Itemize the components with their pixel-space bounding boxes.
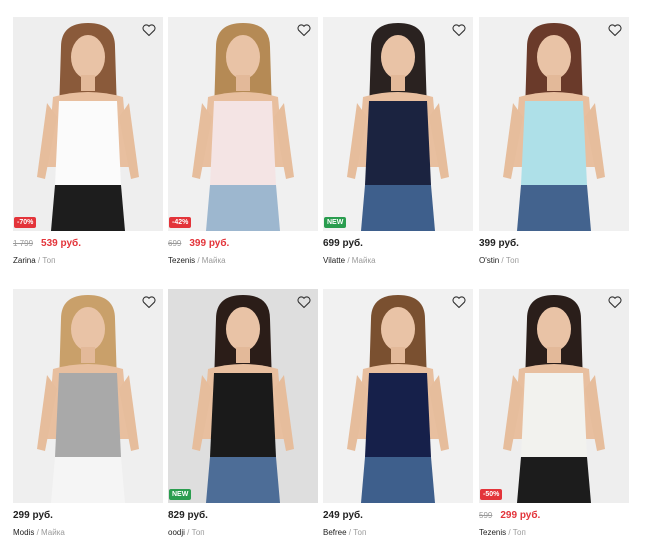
separator: / — [34, 528, 42, 537]
old-price: 599 — [479, 511, 493, 520]
heart-icon[interactable] — [607, 22, 623, 38]
category-name[interactable]: Майка — [202, 256, 226, 265]
product-meta: Modis / Майка — [13, 528, 65, 537]
category-name[interactable]: Топ — [506, 256, 519, 265]
old-price: 1 799 — [13, 239, 34, 248]
price: 299 руб. — [13, 510, 53, 521]
product-meta: Tezenis / Майка — [168, 256, 226, 265]
product-image[interactable]: NEW — [168, 289, 318, 503]
brand-name[interactable]: oodji — [168, 528, 185, 537]
product-image[interactable]: -70% — [13, 17, 163, 231]
product-card[interactable]: 299 руб. Modis / Майка — [13, 289, 163, 539]
price: 299 руб. — [500, 510, 541, 521]
price: 539 руб. — [41, 238, 81, 249]
product-card[interactable]: NEW 829 руб. oodji / Топ — [168, 289, 318, 539]
product-meta: oodji / Топ — [168, 528, 205, 537]
category-name[interactable]: Майка — [352, 256, 376, 265]
price-row: 599 299 руб. — [479, 510, 540, 521]
new-badge: NEW — [324, 217, 347, 228]
price-row: 249 руб. — [323, 510, 363, 521]
discount-badge: -50% — [480, 489, 503, 500]
price-row: 399 руб. — [479, 238, 519, 249]
separator: / — [184, 528, 192, 537]
separator: / — [499, 256, 506, 265]
product-image[interactable] — [479, 17, 629, 231]
heart-icon[interactable] — [607, 294, 623, 310]
heart-icon[interactable] — [451, 294, 467, 310]
category-name[interactable]: Топ — [353, 528, 366, 537]
product-grid: -70% 1 799 539 руб. Zarina / Топ -42% 699 399 … — [13, 17, 631, 537]
brand-name[interactable]: Modis — [13, 528, 34, 537]
discount-badge: -42% — [169, 217, 192, 228]
price: 699 руб. — [323, 238, 363, 249]
product-meta: Tezenis / Топ — [479, 528, 526, 537]
heart-icon[interactable] — [296, 294, 312, 310]
brand-name[interactable]: Tezenis — [479, 528, 506, 537]
price-row: 699 399 руб. — [168, 238, 229, 249]
price: 399 руб. — [479, 238, 519, 249]
price: 249 руб. — [323, 510, 363, 521]
product-meta: Befree / Топ — [323, 528, 366, 537]
price: 829 руб. — [168, 510, 208, 521]
brand-name[interactable]: Befree — [323, 528, 347, 537]
product-meta: Zarina / Топ — [13, 256, 55, 265]
brand-name[interactable]: Zarina — [13, 256, 36, 265]
product-card[interactable]: -70% 1 799 539 руб. Zarina / Топ — [13, 17, 163, 267]
brand-name[interactable]: O'stin — [479, 256, 499, 265]
price: 399 руб. — [189, 238, 230, 249]
product-card[interactable]: 399 руб. O'stin / Топ — [479, 17, 629, 267]
heart-icon[interactable] — [141, 294, 157, 310]
brand-name[interactable]: Tezenis — [168, 256, 195, 265]
price-row: 829 руб. — [168, 510, 208, 521]
product-card[interactable]: 249 руб. Befree / Топ — [323, 289, 473, 539]
category-name[interactable]: Топ — [513, 528, 526, 537]
old-price: 699 — [168, 239, 182, 248]
heart-icon[interactable] — [451, 22, 467, 38]
product-image[interactable]: -42% — [168, 17, 318, 231]
separator: / — [506, 528, 513, 537]
new-badge: NEW — [169, 489, 192, 500]
price-row: 1 799 539 руб. — [13, 238, 81, 249]
heart-icon[interactable] — [141, 22, 157, 38]
category-name[interactable]: Топ — [42, 256, 55, 265]
category-name[interactable]: Топ — [192, 528, 205, 537]
product-image[interactable]: NEW — [323, 17, 473, 231]
category-name[interactable]: Майка — [41, 528, 65, 537]
discount-badge: -70% — [14, 217, 37, 228]
separator: / — [345, 256, 352, 265]
product-image[interactable] — [323, 289, 473, 503]
product-card[interactable]: -42% 699 399 руб. Tezenis / Майка — [168, 17, 318, 267]
product-image[interactable]: -50% — [479, 289, 629, 503]
product-card[interactable]: -50% 599 299 руб. Tezenis / Топ — [479, 289, 629, 539]
product-meta: O'stin / Топ — [479, 256, 519, 265]
brand-name[interactable]: Vilatte — [323, 256, 345, 265]
separator: / — [195, 256, 202, 265]
product-image[interactable] — [13, 289, 163, 503]
price-row: 299 руб. — [13, 510, 53, 521]
heart-icon[interactable] — [296, 22, 312, 38]
product-meta: Vilatte / Майка — [323, 256, 376, 265]
price-row: 699 руб. — [323, 238, 363, 249]
product-card[interactable]: NEW 699 руб. Vilatte / Майка — [323, 17, 473, 267]
